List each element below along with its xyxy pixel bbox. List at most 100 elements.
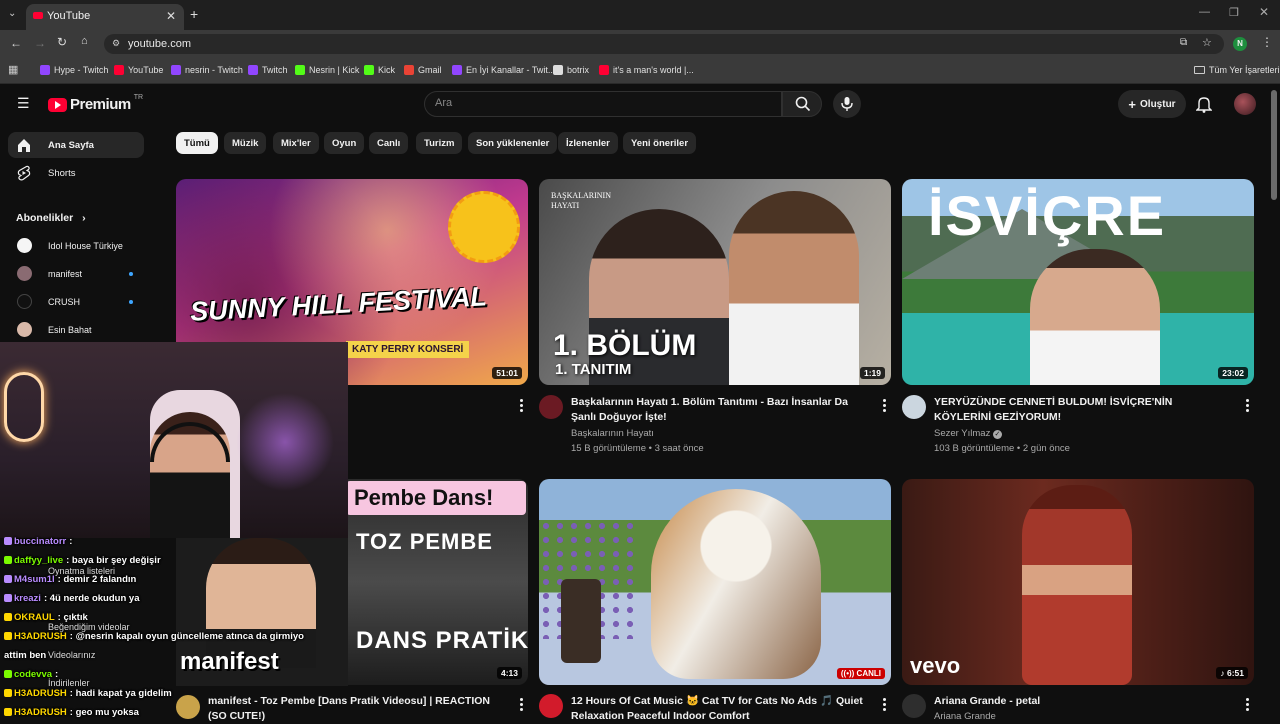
home-button-icon[interactable]: ⌂	[81, 35, 88, 47]
youtube-premium-logo[interactable]: Premium TR	[48, 94, 143, 113]
video-title[interactable]: Ariana Grande - petal	[934, 694, 1229, 709]
bookmark-item[interactable]: Kick	[364, 65, 395, 75]
video-menu-kebab-icon[interactable]	[878, 398, 890, 412]
search-button[interactable]	[782, 91, 822, 117]
chat-username[interactable]: OKRAUL	[14, 612, 55, 623]
filter-chip[interactable]: Mix'ler	[273, 132, 319, 154]
search-input[interactable]	[435, 97, 765, 109]
video-thumbnail-isvicre[interactable]: İSVİÇRE 23:02	[902, 179, 1254, 385]
chat-message: M4sum1l: demir 2 falandın	[4, 574, 136, 585]
bookmark-item[interactable]: Gmail	[404, 65, 442, 75]
chat-username[interactable]: H3ADRUSH	[14, 688, 67, 699]
bookmark-label: it's a man's world |...	[613, 65, 694, 75]
channel-avatar[interactable]	[539, 395, 563, 419]
video-title[interactable]: Başkalarının Hayatı 1. Bölüm Tanıtımı - …	[571, 395, 866, 425]
bookmark-item[interactable]: botrix	[553, 65, 589, 75]
filter-chip[interactable]: Son yüklenenler	[468, 132, 558, 154]
profile-avatar[interactable]: N	[1233, 37, 1247, 51]
bookmark-favicon-icon	[553, 65, 563, 75]
minimize-window-button[interactable]: —	[1199, 6, 1210, 18]
maximize-window-button[interactable]: ❐	[1229, 6, 1239, 19]
chat-username[interactable]: codevva	[14, 669, 52, 680]
chat-text: :	[55, 669, 59, 680]
show-logo: BAŞKALARININ HAYATI	[551, 191, 611, 210]
back-arrow-icon[interactable]: ←	[10, 36, 22, 50]
subscriptions-header[interactable]: Abonelikler ›	[16, 212, 86, 224]
forward-arrow-icon[interactable]: →	[34, 36, 46, 50]
apps-grid-icon[interactable]: ▦	[8, 63, 18, 76]
bookmark-item[interactable]: En İyi Kanallar - Twit...	[452, 65, 555, 75]
filter-chip[interactable]: Oyun	[324, 132, 365, 154]
video-menu-kebab-icon[interactable]	[515, 398, 527, 412]
bookmark-item[interactable]: Hype - Twitch	[40, 65, 108, 75]
channel-avatar[interactable]	[539, 694, 563, 718]
filter-chip[interactable]: Müzik	[224, 132, 267, 154]
video-thumbnail-ariana-petal[interactable]: vevo ♪ 6:51	[902, 479, 1254, 685]
lantern	[561, 579, 601, 663]
filter-chip[interactable]: İzlenenler	[558, 132, 618, 154]
sidebar-subscription-idol-house[interactable]: Idol House Türkiye	[8, 233, 144, 259]
filter-chip[interactable]: Turizm	[416, 132, 463, 154]
video-thumbnail-cat-music[interactable]: ((•)) CANLI	[539, 479, 891, 685]
chat-badge-icon	[4, 708, 12, 717]
bookmark-item[interactable]: Twitch	[248, 65, 288, 75]
notifications-bell-icon[interactable]	[1196, 95, 1212, 113]
chat-text: : demir 2 falandın	[57, 574, 137, 585]
sidebar-subscription-crush[interactable]: CRUSH	[8, 289, 144, 315]
close-window-button[interactable]: ✕	[1259, 5, 1269, 19]
channel-name[interactable]: Başkalarının Hayatı	[571, 428, 654, 439]
filter-chip[interactable]: Canlı	[369, 132, 409, 154]
video-menu-kebab-icon[interactable]	[878, 697, 890, 711]
channel-name[interactable]: Ariana Grande	[934, 711, 996, 722]
chat-username[interactable]: H3ADRUSH	[14, 707, 67, 718]
site-info-icon[interactable]: ⚙	[112, 38, 120, 49]
chat-username[interactable]: H3ADRUSH	[14, 631, 67, 642]
create-button[interactable]: + Oluştur	[1118, 90, 1186, 118]
sidebar-item-home[interactable]: Ana Sayfa	[8, 132, 144, 158]
all-bookmarks-label: Tüm Yer İşaretleri	[1209, 65, 1280, 75]
bookmark-item[interactable]: nesrin - Twitch	[171, 65, 243, 75]
artist-figure	[1022, 485, 1132, 685]
channel-avatar[interactable]	[902, 395, 926, 419]
account-avatar[interactable]	[1234, 93, 1256, 115]
sidebar-item-shorts[interactable]: Shorts	[8, 160, 144, 186]
sidebar-item-label: Ana Sayfa	[48, 139, 94, 151]
video-meta: 103 B görüntüleme • 2 gün önce	[934, 443, 1070, 454]
channel-name[interactable]: Sezer Yılmaz ✓	[934, 428, 1002, 439]
bookmark-item[interactable]: YouTube	[114, 65, 163, 75]
chat-username[interactable]: M4sum1l	[14, 574, 55, 585]
install-app-icon[interactable]: ⧉	[1180, 37, 1187, 48]
thumb-subtitle: 1. TANITIM	[555, 361, 632, 378]
bookmark-label: En İyi Kanallar - Twit...	[466, 65, 556, 75]
sidebar-subscription-esin-bahat[interactable]: Esin Bahat	[8, 317, 144, 343]
browser-tab-youtube[interactable]: YouTube ✕	[26, 4, 184, 30]
chat-username[interactable]: kreazi	[14, 593, 41, 604]
filter-chip[interactable]: Tümü	[176, 132, 218, 154]
reload-icon[interactable]: ↻	[57, 35, 67, 49]
video-title[interactable]: YERYÜZÜNDE CENNETİ BULDUM! İSVİÇRE'NİN K…	[934, 395, 1229, 425]
create-label: Oluştur	[1140, 98, 1176, 110]
chat-badge-icon	[4, 537, 12, 546]
chat-badge-icon	[4, 556, 12, 565]
address-bar[interactable]: ⚙ youtube.com ⧉ ☆	[104, 34, 1224, 54]
close-tab-icon[interactable]: ✕	[166, 9, 176, 23]
video-menu-kebab-icon[interactable]	[1241, 398, 1253, 412]
voice-search-button[interactable]	[833, 90, 861, 118]
filter-chip[interactable]: Yeni öneriler	[623, 132, 697, 154]
bookmark-item[interactable]: it's a man's world |...	[599, 65, 694, 75]
channel-avatar[interactable]	[902, 694, 926, 718]
bookmark-star-icon[interactable]: ☆	[1202, 36, 1212, 49]
video-thumbnail-baskalarinin-hayati[interactable]: BAŞKALARININ HAYATI 1. BÖLÜM 1. TANITIM …	[539, 179, 891, 385]
video-menu-kebab-icon[interactable]	[1241, 697, 1253, 711]
chat-username[interactable]: buccinatorr	[14, 536, 66, 547]
hamburger-menu-icon[interactable]: ☰	[17, 95, 30, 112]
sidebar-subscription-manifest[interactable]: manifest	[8, 261, 144, 287]
tab-search-icon[interactable]: ⌄	[8, 8, 16, 19]
browser-menu-icon[interactable]: ⋮	[1261, 35, 1273, 49]
chat-username[interactable]: daffyy_live	[14, 555, 63, 566]
video-menu-kebab-icon[interactable]	[515, 697, 527, 711]
bookmark-item[interactable]: Nesrin | Kick	[295, 65, 359, 75]
page-scrollbar[interactable]	[1271, 90, 1277, 200]
new-tab-button[interactable]: +	[190, 6, 198, 22]
all-bookmarks-folder[interactable]: Tüm Yer İşaretleri	[1194, 65, 1280, 75]
